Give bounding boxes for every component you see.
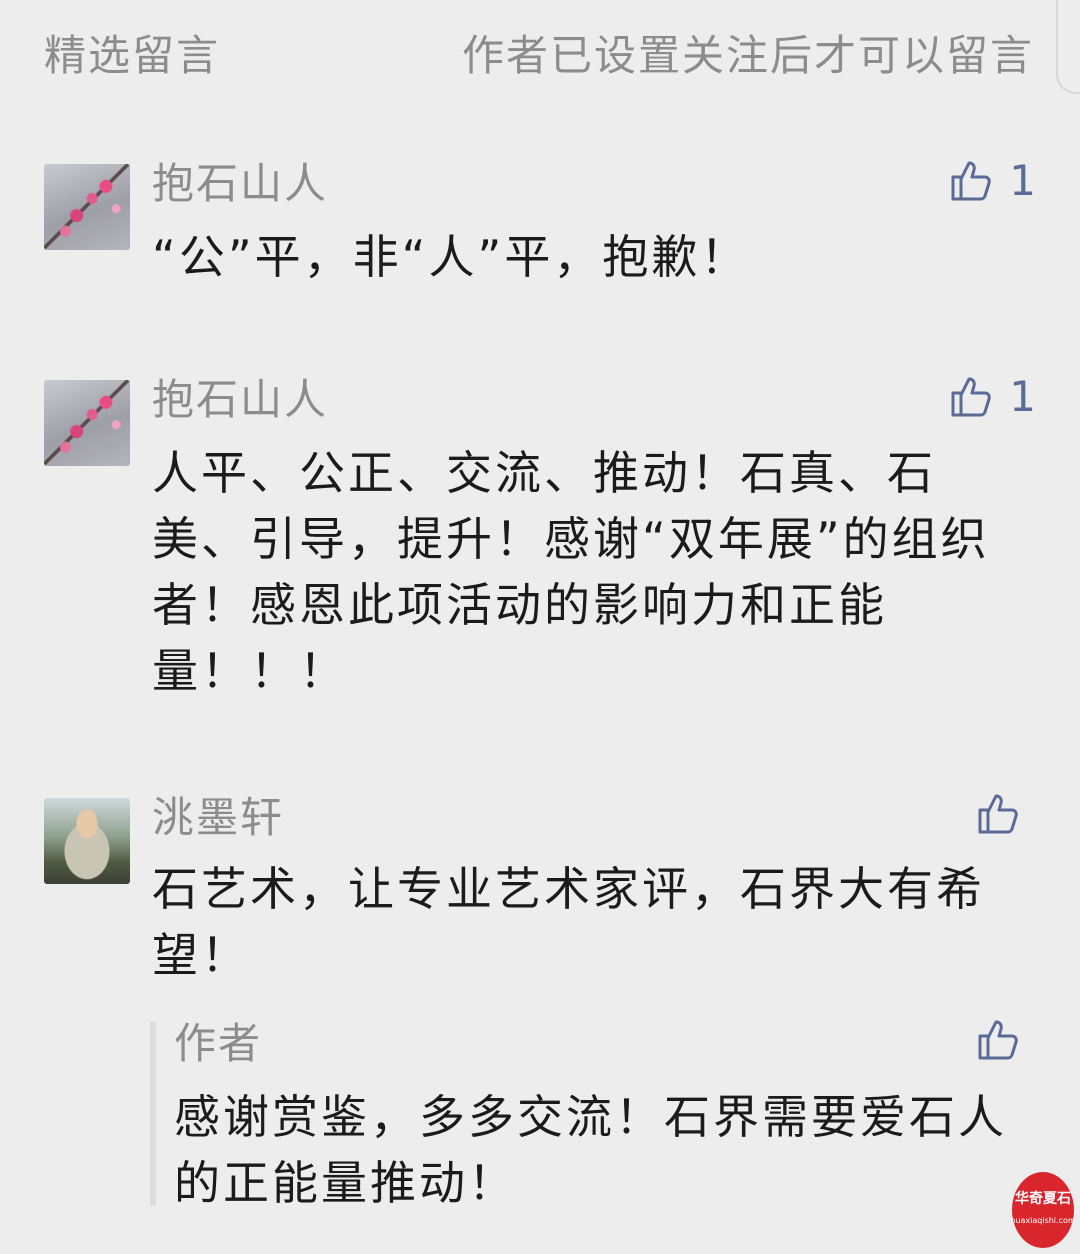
comment-permission-notice: 作者已设置关注后才可以留言 — [461, 30, 1034, 80]
reply-divider — [150, 1022, 156, 1206]
section-title: 精选留言 — [44, 30, 221, 80]
comment-text: 人平、公正、交流、推动！石真、石美、引导，提升！感谢“双年展”的组织者！感恩此项… — [152, 446, 990, 698]
like-button[interactable]: 1 — [947, 156, 1036, 205]
like-button[interactable] — [974, 790, 1036, 838]
avatar[interactable] — [44, 164, 130, 250]
like-button[interactable]: 1 — [947, 372, 1036, 421]
scrollbar-edge — [1056, 0, 1080, 94]
thumbs-up-icon — [951, 161, 992, 200]
reply-text: 感谢赏鉴，多多交流！石界需要爱石人的正能量推动！ — [174, 1090, 1007, 1210]
commenter-name[interactable]: 抱石山人 — [152, 372, 328, 428]
thumbs-up-icon — [978, 1020, 1018, 1060]
thumbs-up-icon — [951, 377, 992, 416]
comment-text: 石艺术，让专业艺术家评，石界大有希望！ — [152, 862, 985, 982]
reply-like-button[interactable] — [974, 1016, 1036, 1064]
commenter-name[interactable]: 洮墨轩 — [152, 790, 284, 846]
like-count: 1 — [1009, 372, 1036, 421]
avatar[interactable] — [44, 380, 130, 466]
comments-header: 精选留言 作者已设置关注后才可以留言 — [44, 22, 1034, 82]
avatar[interactable] — [44, 798, 130, 884]
reply-author-name: 作者 — [174, 1019, 263, 1068]
comment-text: “公”平，非“人”平，抱歉！ — [152, 230, 750, 284]
commenter-name[interactable]: 抱石山人 — [152, 156, 328, 212]
like-count: 1 — [1009, 156, 1036, 205]
thumbs-up-icon — [978, 794, 1018, 834]
watermark-text: 华奇夏石 — [1015, 1191, 1071, 1207]
watermark-url: huaxiaqishi.com — [1010, 1216, 1076, 1225]
watermark-logo: 华奇夏石 huaxiaqishi.com — [1010, 1172, 1076, 1248]
